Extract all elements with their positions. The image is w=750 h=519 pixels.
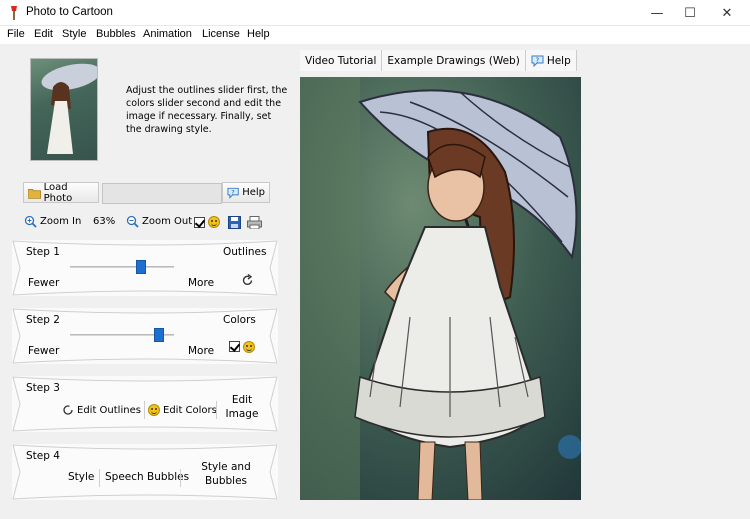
photo-thumbnail: [30, 58, 98, 161]
zoom-in-label: Zoom In: [40, 215, 82, 227]
zoom-in-button[interactable]: Zoom In: [24, 211, 81, 231]
speech-bubbles-button[interactable]: Speech Bubbles: [105, 471, 189, 483]
load-photo-button[interactable]: Load Photo: [23, 181, 99, 204]
print-icon[interactable]: [247, 212, 262, 232]
menu-file[interactable]: File: [7, 28, 25, 40]
menu-animation[interactable]: Animation: [143, 28, 192, 40]
help-tab-label: Help: [546, 54, 571, 67]
instructions-text: Adjust the outlines slider first, the co…: [126, 85, 288, 135]
edit-image-button[interactable]: Edit Image: [222, 393, 262, 421]
divider: [180, 469, 181, 487]
help-label: Help: [242, 187, 265, 198]
zoom-level: 63%: [93, 215, 116, 227]
step2-name: Colors: [223, 314, 256, 326]
window-title: Photo to Cartoon: [26, 6, 113, 18]
step2-panel: Step 2 Colors Fewer More: [12, 308, 278, 364]
svg-text:?: ?: [231, 188, 235, 196]
step1-name: Outlines: [223, 246, 267, 258]
edit-outlines-icon: [63, 405, 73, 415]
menu-style[interactable]: Style: [62, 28, 86, 40]
menu-license[interactable]: License: [202, 28, 240, 40]
colors-checkbox[interactable]: [229, 341, 240, 355]
step1-more: More: [188, 277, 215, 289]
title-bar: Photo to Cartoon — ☐ ✕: [0, 0, 750, 26]
style-and-bubbles-button[interactable]: Style and Bubbles: [198, 460, 254, 488]
edit-outlines-button[interactable]: Edit Outlines: [62, 400, 141, 420]
menu-bubbles[interactable]: Bubbles: [96, 28, 136, 40]
divider: [144, 401, 145, 419]
example-drawings-tab[interactable]: Example Drawings (Web): [382, 50, 526, 71]
step3-title: Step 3: [26, 382, 60, 394]
zoom-out-button[interactable]: Zoom Out: [126, 211, 192, 231]
edit-colors-smiley-icon: [148, 404, 160, 416]
colors-slider-thumb[interactable]: [154, 328, 165, 342]
smiley-icon[interactable]: [208, 212, 220, 232]
step2-more: More: [188, 345, 215, 357]
style-button[interactable]: Style: [68, 471, 94, 483]
edit-outlines-label: Edit Outlines: [77, 404, 141, 416]
video-tutorial-tab[interactable]: Video Tutorial: [300, 50, 383, 71]
right-toolbar: Video Tutorial Example Drawings (Web) ? …: [300, 50, 577, 72]
svg-text:?: ?: [535, 56, 539, 64]
zoom-in-icon: [24, 215, 37, 228]
step4-title: Step 4: [26, 450, 60, 462]
edit-colors-button[interactable]: Edit Colors: [148, 400, 217, 420]
help-tab[interactable]: ? Help: [525, 50, 577, 71]
step1-fewer: Fewer: [28, 277, 60, 289]
zoom-out-icon: [126, 215, 139, 228]
help-icon: ?: [531, 55, 544, 67]
zoom-out-label: Zoom Out: [142, 215, 193, 227]
toolbar-checkbox[interactable]: [194, 212, 205, 232]
close-button[interactable]: ✕: [704, 0, 750, 26]
menu-help[interactable]: Help: [247, 28, 270, 40]
outlines-slider-track[interactable]: [70, 266, 174, 268]
step3-panel: Step 3 Edit Outlines Edit Colors Edit Im…: [12, 376, 278, 432]
help-icon: ?: [227, 187, 239, 199]
step1-panel: Step 1 Outlines Fewer More: [12, 240, 278, 296]
menu-edit[interactable]: Edit: [34, 28, 53, 40]
help-button[interactable]: ? Help: [222, 182, 270, 203]
menu-bar: File Edit Style Bubbles Animation Licens…: [0, 26, 750, 44]
folder-icon: [28, 188, 41, 199]
step2-fewer: Fewer: [28, 345, 60, 357]
load-photo-label: Load Photo: [43, 181, 73, 204]
outlines-slider-thumb[interactable]: [135, 260, 146, 274]
divider: [99, 469, 100, 487]
photo-path-field[interactable]: [102, 183, 222, 204]
step1-title: Step 1: [26, 246, 60, 258]
step2-title: Step 2: [26, 314, 60, 326]
step4-panel: Step 4 Style Speech Bubbles Style and Bu…: [12, 444, 278, 500]
save-icon[interactable]: [228, 212, 241, 232]
refresh-icon[interactable]: [241, 274, 254, 287]
app-icon: [11, 6, 17, 20]
edit-colors-label: Edit Colors: [163, 404, 217, 416]
cartoon-preview-image: [300, 77, 581, 500]
divider: [216, 401, 217, 419]
colors-smiley-icon[interactable]: [243, 341, 255, 356]
